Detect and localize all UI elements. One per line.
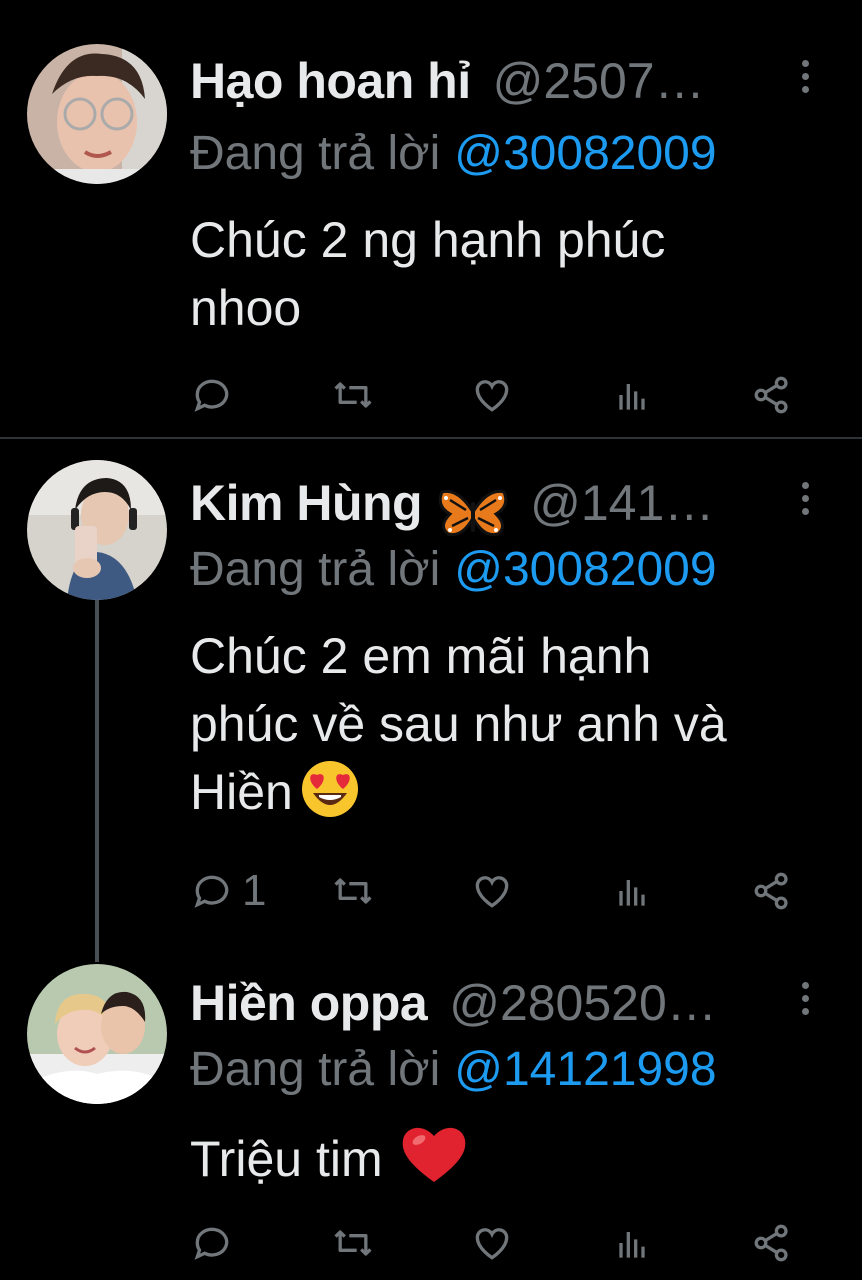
more-options-icon[interactable] bbox=[800, 482, 812, 522]
replying-to: Đang trả lời @30082009 bbox=[190, 126, 717, 181]
tweet-text-segment: Triệu tim bbox=[190, 1131, 383, 1187]
tweet[interactable]: Hiền oppa @280520… Đang trả lời @14121998 … bbox=[0, 940, 862, 1280]
share-button[interactable] bbox=[750, 1218, 794, 1268]
reply-icon bbox=[194, 1227, 229, 1260]
reply-mention-link[interactable]: @30082009 bbox=[454, 543, 716, 596]
display-name[interactable]: Hiền oppa bbox=[190, 975, 428, 1031]
share-icon bbox=[754, 872, 788, 910]
tweet-text-line: nhoo bbox=[190, 280, 302, 336]
action-bar bbox=[190, 1218, 810, 1268]
tweet-text-line: Hiền bbox=[190, 758, 832, 836]
tweet-header: Hiền oppa @280520… bbox=[190, 974, 842, 1034]
action-bar: 1 bbox=[190, 866, 810, 916]
reply-prefix: Đang trả lời bbox=[190, 1043, 441, 1096]
display-name[interactable]: Kim Hùng bbox=[190, 475, 423, 531]
reply-button[interactable] bbox=[190, 370, 242, 420]
tweet[interactable]: Hạo hoan hỉ @2507… Đang trả lời @30082009 … bbox=[0, 0, 862, 436]
reply-count: 1 bbox=[242, 866, 267, 915]
views-icon bbox=[619, 880, 645, 906]
reply-mention-link[interactable]: @30082009 bbox=[454, 127, 716, 180]
more-options-icon[interactable] bbox=[800, 60, 812, 100]
divider bbox=[0, 437, 862, 439]
retweet-button[interactable] bbox=[330, 1218, 376, 1268]
avatar[interactable] bbox=[27, 964, 167, 1104]
reply-button[interactable]: 1 bbox=[190, 866, 266, 916]
like-icon bbox=[475, 1228, 509, 1260]
butterfly-icon bbox=[438, 486, 508, 545]
user-handle[interactable]: @2507… bbox=[493, 53, 705, 109]
tweet-header: Kim Hùng @141… bbox=[190, 474, 842, 537]
reply-prefix: Đang trả lời bbox=[190, 543, 441, 596]
reply-icon bbox=[194, 875, 229, 908]
reply-icon bbox=[194, 379, 229, 412]
share-icon bbox=[754, 376, 788, 414]
tweet-text: Chúc 2 ng hạnh phúc nhoo bbox=[190, 206, 832, 342]
red-heart-emoji bbox=[399, 1124, 469, 1203]
tweet-text: Triệu tim bbox=[190, 1124, 832, 1203]
tweet-text-line: Chúc 2 em mãi hạnh bbox=[190, 628, 652, 684]
tweet-text-line: Chúc 2 ng hạnh phúc bbox=[190, 212, 666, 268]
replying-to: Đang trả lời @14121998 bbox=[190, 1042, 717, 1097]
more-options-icon[interactable] bbox=[800, 982, 812, 1022]
like-button[interactable] bbox=[470, 1218, 514, 1268]
views-button[interactable] bbox=[610, 866, 654, 916]
replying-to: Đang trả lời @30082009 bbox=[190, 542, 717, 597]
user-handle[interactable]: @141… bbox=[530, 475, 714, 531]
like-button[interactable] bbox=[470, 866, 514, 916]
share-icon bbox=[754, 1224, 788, 1262]
retweet-icon bbox=[334, 1230, 372, 1256]
reply-button[interactable] bbox=[190, 1218, 242, 1268]
user-handle[interactable]: @280520… bbox=[449, 975, 717, 1031]
action-bar bbox=[190, 370, 810, 420]
avatar[interactable] bbox=[27, 44, 167, 184]
views-icon bbox=[619, 1232, 645, 1258]
like-button[interactable] bbox=[470, 370, 514, 420]
retweet-icon bbox=[334, 382, 372, 408]
reply-prefix: Đang trả lời bbox=[190, 127, 441, 180]
views-button[interactable] bbox=[610, 370, 654, 420]
tweet-header: Hạo hoan hỉ @2507… bbox=[190, 52, 842, 112]
share-button[interactable] bbox=[750, 866, 794, 916]
retweet-button[interactable] bbox=[330, 370, 376, 420]
heart-eyes-emoji bbox=[297, 759, 363, 836]
views-icon bbox=[619, 384, 645, 410]
tweet[interactable]: Kim Hùng @141… Đang trả lời @30082009 Chú… bbox=[0, 440, 862, 940]
share-button[interactable] bbox=[750, 370, 794, 420]
avatar[interactable] bbox=[27, 460, 167, 600]
display-name[interactable]: Hạo hoan hỉ bbox=[190, 53, 471, 109]
tweet-text-line: phúc về sau như anh và bbox=[190, 696, 727, 752]
retweet-icon bbox=[334, 878, 372, 904]
reply-mention-link[interactable]: @14121998 bbox=[454, 1043, 716, 1096]
like-icon bbox=[475, 876, 509, 908]
tweet-text-segment: Hiền bbox=[190, 764, 293, 820]
tweet-text-line: Triệu tim bbox=[190, 1124, 832, 1203]
tweet-text: Chúc 2 em mãi hạnh phúc về sau như anh v… bbox=[190, 622, 832, 836]
retweet-button[interactable] bbox=[330, 866, 376, 916]
views-button[interactable] bbox=[610, 1218, 654, 1268]
like-icon bbox=[475, 380, 509, 412]
